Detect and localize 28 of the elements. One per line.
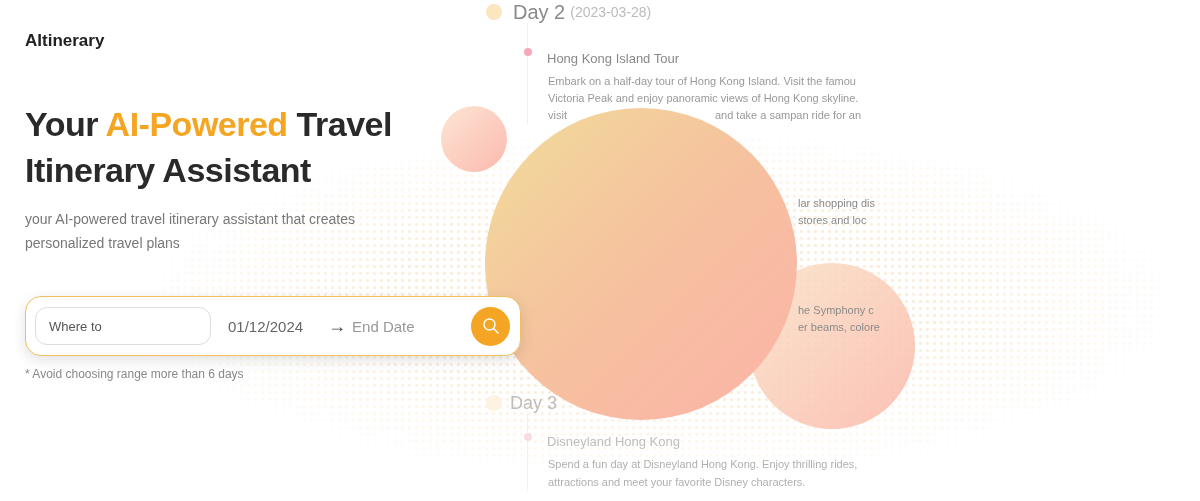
activity-description: er beams, colore <box>798 320 880 335</box>
day-dot <box>486 395 502 411</box>
arrow: → <box>328 315 347 337</box>
activity-dot <box>524 432 532 441</box>
activity-description: Embark on a half-day tour of Hong Kong Island. Visit the famou <box>548 74 856 89</box>
activity-dot <box>524 47 532 56</box>
start-date[interactable]: 01/12/2024 <box>228 317 304 335</box>
activity-description: lar shopping dis <box>798 196 876 211</box>
destination-field[interactable]: Where to <box>35 307 211 345</box>
activity-description: attractions and meet your favorite Disney characters. <box>548 475 806 490</box>
subtitle: your AI-powered travel itinerary assistant that creates personalized travel plans <box>25 210 356 253</box>
day-date: (2023-03-28) <box>570 4 652 20</box>
search-icon <box>481 317 500 335</box>
activity-title: Disneyland Hong Kong <box>547 434 680 449</box>
activity-description: Victoria Peak and enjoy panoramic views of Hong Kong skyline. <box>548 91 859 106</box>
activity-description: Spend a fun day at Disneyland Hong Kong. Enjoy thrilling rides, <box>548 457 858 472</box>
day-dot <box>486 4 502 20</box>
activity-title: Hong Kong Island Tour <box>547 51 680 66</box>
search-button[interactable] <box>471 306 510 346</box>
brand-logo[interactable]: AItinerary <box>25 31 105 51</box>
activity-description: he Symphony c <box>798 303 874 318</box>
day-title: Day 3 <box>510 392 558 414</box>
activity-description: and take a sampan ride for an <box>714 108 862 123</box>
activity-description: visit <box>548 108 567 123</box>
activity-description: stores and loc <box>798 213 867 228</box>
date-range-note: * Avoid choosing range more than 6 days <box>25 367 245 381</box>
day-title: Day 2 <box>513 0 566 24</box>
headline: Your AI-Powered Travel Itinerary Assistant <box>25 104 393 191</box>
